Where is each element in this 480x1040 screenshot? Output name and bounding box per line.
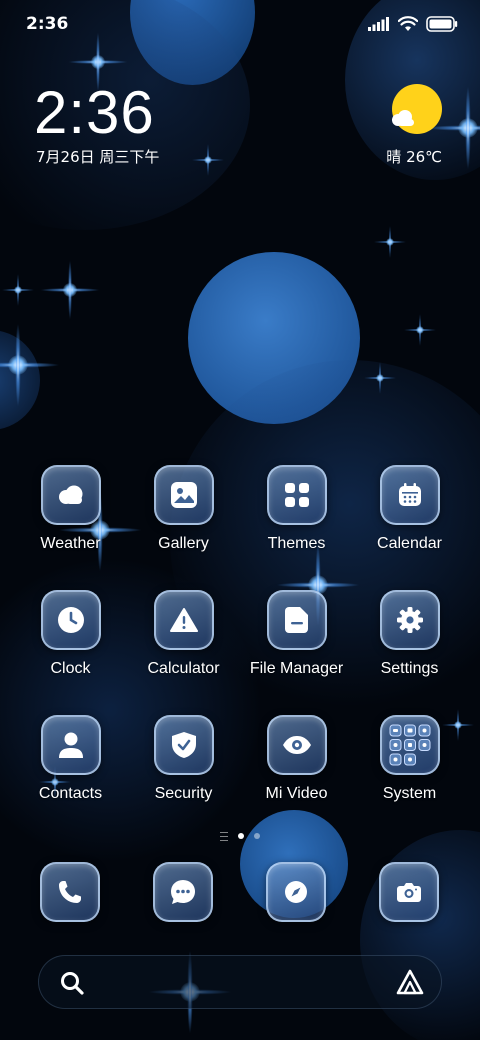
- app-icon-tile[interactable]: [40, 465, 101, 525]
- wifi-icon: [398, 16, 418, 31]
- app-icon-tile[interactable]: [153, 465, 214, 525]
- sparkle: [191, 143, 225, 177]
- dock-browser[interactable]: [266, 862, 326, 922]
- assistant-icon[interactable]: [395, 968, 425, 998]
- eye-icon: [282, 736, 311, 754]
- clock-widget-date: 7月26日 周三下午: [36, 148, 160, 166]
- app-label: Contacts: [38, 785, 103, 802]
- shield-check-icon: [171, 732, 196, 758]
- app-label: Calculator: [147, 660, 220, 677]
- page-indicator-feed[interactable]: [220, 831, 228, 841]
- person-icon: [58, 732, 83, 758]
- clock-icon: [57, 607, 84, 633]
- app-label: Weather: [40, 535, 101, 552]
- app-security[interactable]: Security: [127, 715, 240, 825]
- signal-icon: [368, 17, 389, 31]
- app-file-manager[interactable]: File Manager: [240, 590, 353, 700]
- app-icon-tile[interactable]: [153, 715, 214, 775]
- app-clock[interactable]: Clock: [14, 590, 127, 700]
- sparkle: [373, 225, 407, 259]
- app-label: File Manager: [249, 660, 344, 677]
- app-icon-tile[interactable]: [40, 590, 101, 650]
- cloud-icon: [58, 485, 82, 504]
- app-system-folder[interactable]: System: [353, 715, 466, 825]
- app-icon-tile[interactable]: [40, 715, 101, 775]
- app-label: Clock: [50, 660, 91, 677]
- status-time: 2:36: [26, 14, 69, 34]
- camera-icon: [397, 883, 421, 902]
- app-contacts[interactable]: Contacts: [14, 715, 127, 825]
- status-bar: 2:36: [0, 0, 480, 50]
- search-icon[interactable]: [59, 970, 85, 996]
- app-label: Settings: [380, 660, 439, 677]
- app-icon-tile[interactable]: [266, 465, 327, 525]
- compass-icon: [285, 881, 307, 903]
- sparkle: [0, 323, 60, 407]
- battery-icon: [426, 16, 458, 32]
- page-indicator-dot-active[interactable]: [238, 833, 244, 839]
- app-label: Themes: [267, 535, 326, 552]
- app-weather[interactable]: Weather: [14, 465, 127, 575]
- app-gallery[interactable]: Gallery: [127, 465, 240, 575]
- dock-messages[interactable]: [153, 862, 213, 922]
- app-label: Calendar: [377, 535, 442, 552]
- sparkle: [403, 313, 437, 347]
- app-mi-video[interactable]: Mi Video: [240, 715, 353, 825]
- message-icon: [171, 880, 195, 904]
- app-icon-tile[interactable]: [379, 715, 440, 775]
- app-label: Gallery: [158, 535, 209, 552]
- grid-icon: [284, 483, 309, 507]
- app-label: System: [382, 785, 437, 802]
- calendar-icon: [398, 483, 421, 506]
- app-settings[interactable]: Settings: [353, 590, 466, 700]
- image-icon: [170, 482, 197, 508]
- app-icon-tile[interactable]: [153, 590, 214, 650]
- app-calculator[interactable]: Calculator: [127, 590, 240, 700]
- app-icon-tile[interactable]: [266, 715, 327, 775]
- app-icon-tile[interactable]: [379, 590, 440, 650]
- sparkle: [363, 361, 397, 395]
- weather-widget-text: 晴 26℃: [386, 148, 442, 166]
- app-label: Security: [154, 785, 213, 802]
- gear-icon: [396, 607, 423, 633]
- app-icon-tile[interactable]: [379, 465, 440, 525]
- search-bar[interactable]: [38, 955, 442, 1009]
- cloud-icon: [392, 110, 414, 126]
- folder-icon: [284, 607, 308, 633]
- dock-phone[interactable]: [40, 862, 100, 922]
- app-icon-tile[interactable]: [266, 590, 327, 650]
- app-themes[interactable]: Themes: [240, 465, 353, 575]
- app-calendar[interactable]: Calendar: [353, 465, 466, 575]
- phone-icon: [59, 881, 81, 903]
- sun-icon[interactable]: [392, 84, 442, 134]
- clock-widget-time[interactable]: 2:36: [34, 78, 155, 147]
- sparkle: [1, 273, 35, 307]
- warning-triangle-icon: [169, 608, 198, 632]
- status-icons: [368, 16, 458, 32]
- page-indicator-dot[interactable]: [254, 833, 260, 839]
- dock-camera[interactable]: [379, 862, 439, 922]
- app-label: Mi Video: [265, 785, 328, 802]
- sparkle: [40, 260, 100, 320]
- page-indicator[interactable]: [0, 830, 480, 842]
- folder-grid-icon: [389, 724, 430, 766]
